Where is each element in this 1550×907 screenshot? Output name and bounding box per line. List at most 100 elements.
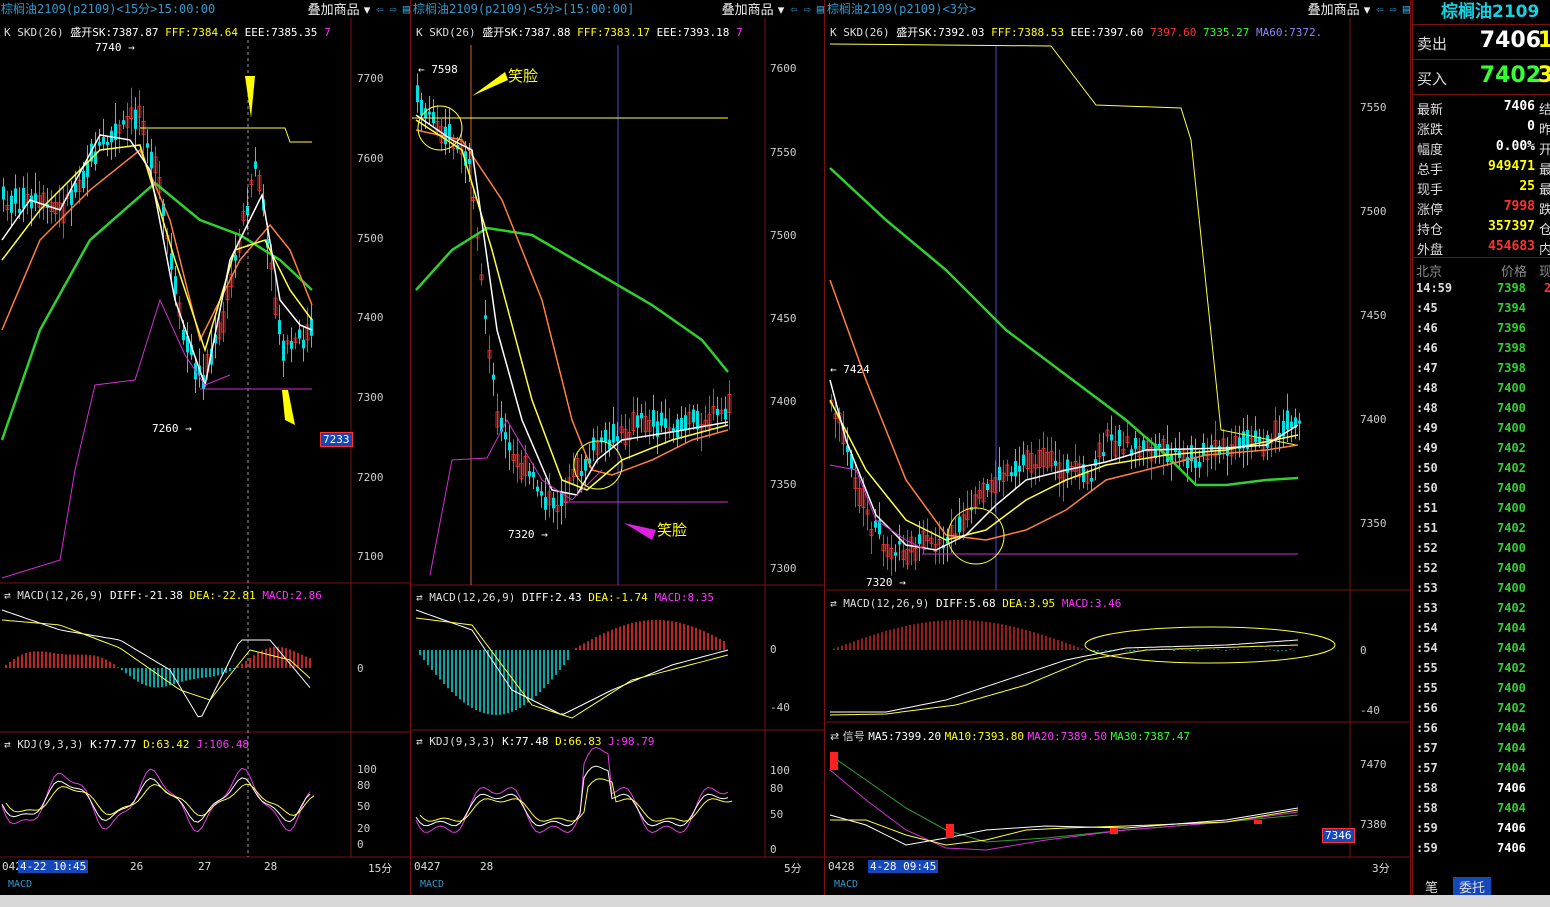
main-indicator-line: K SKD(26) 盛开SK:7387.88 FFF:7383.17 EEE:7…	[416, 26, 743, 39]
axis-tick-label: -40	[1360, 704, 1380, 717]
tick-row: :46 7396	[1413, 318, 1550, 338]
tick-row: 14:59 7398 2	[1413, 278, 1550, 298]
tick-time: :58	[1416, 781, 1438, 795]
tick-time: :53	[1416, 581, 1438, 595]
macd-indicator-line: ⇄ MACD(12,26,9) DIFF:5.68 DEA:3.95 MACD:…	[830, 597, 1122, 610]
tick-time: :54	[1416, 621, 1438, 635]
axis-tick-label: 7550	[1360, 101, 1387, 114]
candle	[424, 108, 427, 119]
tick-list[interactable]: 14:59 7398 2:45 7394:46 7396:46 7398:47 7398:4…	[1413, 278, 1550, 858]
tick-row: :46 7398	[1413, 338, 1550, 358]
candle	[98, 141, 101, 146]
buy-row[interactable]: 买入 7402 3	[1413, 60, 1550, 95]
tick-price: 7400	[1497, 381, 1526, 395]
main-indicator-line: K SKD(26) 盛开SK:7387.87 FFF:7384.64 EEE:7…	[4, 26, 331, 39]
tick-row: :45 7394	[1413, 298, 1550, 318]
candle	[616, 436, 619, 442]
candle	[1286, 410, 1289, 430]
candle	[1014, 460, 1017, 477]
stat-row: 持仓 357397 仓	[1413, 217, 1550, 238]
signal-ma20-line	[829, 769, 1299, 851]
stat-label: 现手	[1417, 183, 1444, 198]
candle	[898, 541, 901, 545]
stat-label: 最新	[1417, 103, 1444, 118]
stat-extra: 开	[1539, 143, 1550, 158]
candle	[580, 471, 583, 476]
status-bar	[0, 895, 1550, 907]
tick-time: :55	[1416, 661, 1438, 675]
tick-row: :49 7402	[1413, 438, 1550, 458]
candle	[998, 466, 1001, 481]
axis-tick-label: 7300	[770, 562, 797, 575]
panel1-canvas: 7700 7600 7500 7400 7300 7200 7100 0 100 80 50 20 0	[0, 18, 410, 858]
tick-row: :57 7404	[1413, 758, 1550, 778]
tick-row: :47 7398	[1413, 358, 1550, 378]
tick-row: :59 7406	[1413, 838, 1550, 858]
signal-marker	[830, 752, 838, 770]
quote-tabs: 笔 委托	[1413, 875, 1550, 896]
candle	[1102, 452, 1105, 457]
tick-price: 7400	[1497, 681, 1526, 695]
axis-tick-label: 7450	[1360, 309, 1387, 322]
indicator-footer[interactable]: MACD	[0, 877, 410, 893]
candle	[612, 424, 615, 443]
tick-time: :57	[1416, 741, 1438, 755]
indicator-footer[interactable]: MACD	[412, 877, 824, 893]
tick-time: :54	[1416, 641, 1438, 655]
stat-label: 总手	[1417, 163, 1444, 178]
high-label: 7740 →	[95, 41, 135, 54]
kdj-indicator-line: ⇄ KDJ(9,3,3) K:77.48 D:66.83 J:98.79	[416, 735, 655, 748]
indicator-footer[interactable]: MACD	[826, 877, 1410, 893]
macd-dea-line	[1, 619, 311, 701]
axis-tick-label: 0	[770, 643, 777, 656]
low-label: 7260 →	[152, 422, 192, 435]
axis-tick-label: 7500	[770, 229, 797, 242]
candle	[122, 120, 125, 125]
stat-value: 7998	[1503, 199, 1535, 214]
tick-time: :51	[1416, 501, 1438, 515]
tick-time: :49	[1416, 441, 1438, 455]
tick-price: 7398	[1497, 341, 1526, 355]
candle	[1290, 421, 1293, 429]
candle	[1022, 454, 1025, 466]
tick-price: 7402	[1497, 661, 1526, 675]
candle	[592, 437, 595, 451]
tick-time: :47	[1416, 361, 1438, 375]
candle	[150, 151, 153, 169]
tick-row: :57 7404	[1413, 738, 1550, 758]
tick-row: :48 7400	[1413, 398, 1550, 418]
tick-price: 7400	[1497, 401, 1526, 415]
chart-panel-15min[interactable]: 棕榈油2109(p2109)<15分>15:00:00 叠加商品 ▾ ⇦ ⇨ ▤…	[0, 0, 411, 895]
tick-row: :50 7400	[1413, 478, 1550, 498]
tick-row: :49 7400	[1413, 418, 1550, 438]
tick-row: :52 7400	[1413, 538, 1550, 558]
candle	[958, 516, 961, 533]
tab-trades[interactable]: 笔	[1419, 877, 1444, 896]
price-tag: 7233	[320, 432, 353, 447]
candle	[298, 329, 301, 339]
candle	[146, 143, 149, 148]
chart-panel-3min[interactable]: 棕榈油2109(p2109)<3分> 叠加商品 ▾ ⇦ ⇨ ▤ 7550 7500…	[826, 0, 1411, 895]
tick-price: 7404	[1497, 621, 1526, 635]
axis-tick-label: 7400	[357, 311, 384, 324]
stat-label: 外盘	[1417, 243, 1444, 258]
candle	[2, 186, 5, 200]
axis-tick-label: 0	[770, 843, 777, 856]
candle	[290, 341, 293, 349]
stat-row: 总手 949471 最	[1413, 157, 1550, 178]
sell-row[interactable]: 卖出 7406 1	[1413, 25, 1550, 60]
tick-time: :50	[1416, 481, 1438, 495]
cursor-date: 4-22 10:45	[18, 860, 89, 873]
tab-orders[interactable]: 委托	[1453, 877, 1492, 896]
tick-price: 7400	[1497, 481, 1526, 495]
stat-label: 幅度	[1417, 143, 1444, 158]
panel2-canvas: 7600 7550 7500 7450 7400 7350 7300 0 -40 100 80 50 0	[412, 18, 824, 858]
signal-ma5-line	[829, 807, 1299, 846]
tick-price: 7406	[1497, 781, 1526, 795]
candle	[10, 195, 13, 213]
tick-price: 7404	[1497, 801, 1526, 815]
candle	[664, 418, 667, 428]
smile-annotation: 笑脸	[508, 67, 539, 85]
tick-time: :59	[1416, 821, 1438, 835]
chart-panel-5min[interactable]: 棕榈油2109(p2109)<5分>[15:00:00] 叠加商品 ▾ ⇦ ⇨ …	[412, 0, 825, 895]
